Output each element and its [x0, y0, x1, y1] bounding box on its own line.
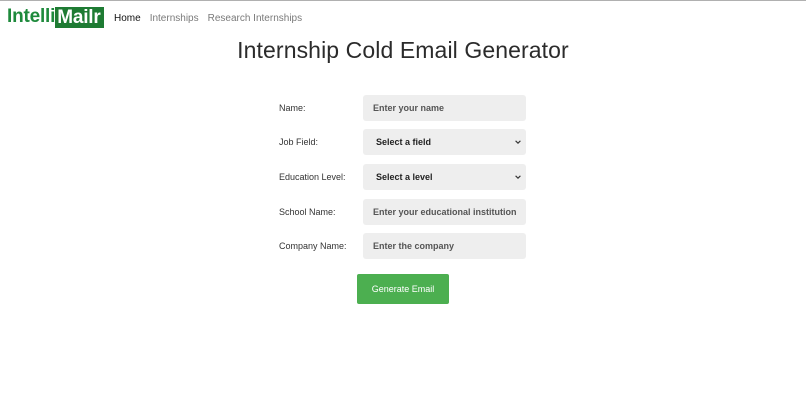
chevron-down-icon [515, 140, 521, 145]
name-input[interactable] [363, 94, 526, 121]
nav-link-internships[interactable]: Internships [150, 13, 199, 24]
school-row: School Name: [279, 198, 527, 225]
school-label: School Name: [279, 206, 336, 217]
brand-name-part1: Intelli [7, 6, 56, 27]
job-field-label: Job Field: [279, 137, 319, 148]
nav-links: Home Internships Research Internships [114, 13, 311, 24]
email-generator-form: Name: Job Field: Select a field Educatio… [279, 94, 527, 267]
chevron-down-icon [515, 175, 521, 179]
name-label: Name: [279, 102, 306, 113]
company-input[interactable] [363, 233, 526, 260]
education-label: Education Level: [279, 171, 346, 182]
generate-email-button[interactable]: Generate Email [357, 274, 449, 304]
school-input[interactable] [363, 198, 526, 225]
company-row: Company Name: [279, 233, 527, 260]
job-field-select[interactable]: Select a field [363, 129, 526, 156]
education-selected-value: Select a level [376, 171, 433, 182]
nav-link-research-internships[interactable]: Research Internships [208, 13, 303, 24]
education-row: Education Level: Select a level [279, 163, 527, 190]
brand-name-part2: Mailr [55, 6, 104, 28]
name-row: Name: [279, 94, 527, 121]
job-field-row: Job Field: Select a field [279, 129, 527, 156]
brand-logo[interactable]: Intelli Mailr [6, 6, 104, 28]
nav-link-home[interactable]: Home [114, 13, 141, 24]
page-title: Internship Cold Email Generator [237, 37, 569, 63]
job-field-selected-value: Select a field [376, 137, 432, 148]
navbar: Intelli Mailr Home Internships Research I… [0, 1, 806, 37]
company-label: Company Name: [279, 241, 347, 252]
education-select[interactable]: Select a level [363, 163, 526, 190]
